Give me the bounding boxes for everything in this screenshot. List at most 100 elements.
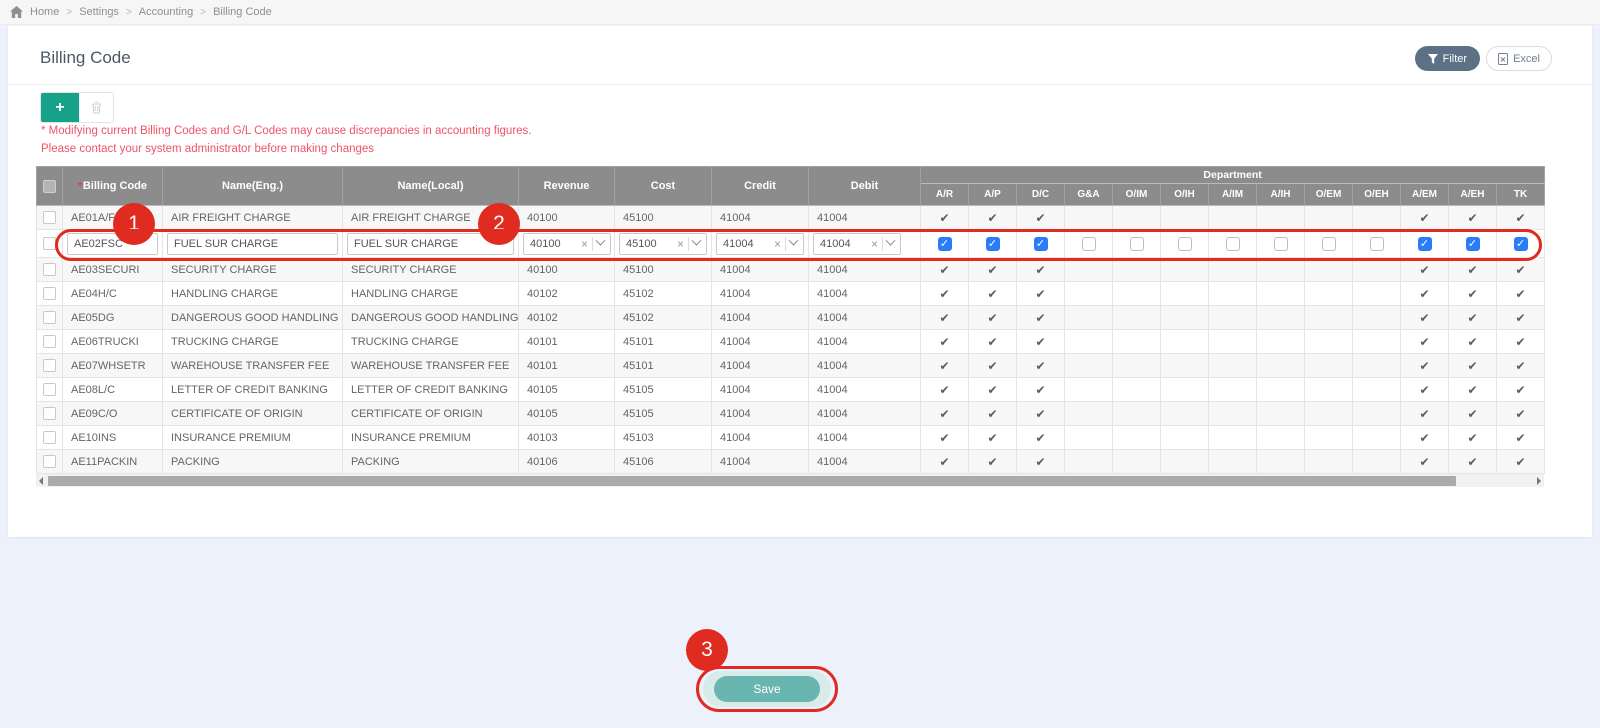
clear-icon[interactable]: ×: [674, 237, 687, 251]
row-select-checkbox[interactable]: [43, 287, 56, 300]
row-select-checkbox[interactable]: [43, 407, 56, 420]
cell: AIR FREIGHT CHARGE: [162, 205, 343, 230]
cell: AE06TRUCKI: [62, 329, 163, 354]
breadcrumb-accounting[interactable]: Accounting: [139, 6, 193, 18]
row-select-checkbox[interactable]: [43, 311, 56, 324]
department-checkbox[interactable]: [1129, 236, 1144, 251]
breadcrumb-settings[interactable]: Settings: [79, 6, 119, 18]
cost-combobox[interactable]: 45100 ×: [619, 232, 707, 255]
table-row: AE04H/C HANDLING CHARGE HANDLING CHARGE 401…: [36, 281, 1546, 306]
check-icon: ✔: [987, 262, 998, 277]
trash-icon: [92, 101, 101, 114]
cell: AE07WHSETR: [62, 353, 163, 378]
filter-button[interactable]: Filter: [1414, 46, 1481, 71]
department-checkbox[interactable]: ✓: [1465, 236, 1480, 251]
name-eng-input[interactable]: [167, 232, 338, 255]
select-all-checkbox[interactable]: [43, 179, 56, 193]
table-row: AE07WHSETR WAREHOUSE TRANSFER FEE WAREHOUS…: [36, 353, 1546, 378]
department-checkbox[interactable]: ✓: [985, 236, 1000, 251]
scroll-left-arrow-icon[interactable]: [39, 477, 43, 485]
top-actions: Filter Excel: [1414, 46, 1552, 71]
column-header-department-oeh: O/EH: [1352, 183, 1401, 206]
delete-row-button[interactable]: [79, 93, 113, 122]
check-icon: ✔: [987, 210, 998, 225]
row-select-checkbox[interactable]: [43, 359, 56, 372]
check-icon: ✔: [939, 262, 950, 277]
row-select-checkbox[interactable]: [43, 211, 56, 224]
check-icon: ✔: [987, 454, 998, 469]
billing-code-input[interactable]: [67, 232, 158, 255]
check-icon: ✔: [1515, 382, 1526, 397]
column-header-department-oim: O/IM: [1112, 183, 1161, 206]
save-button[interactable]: Save: [714, 676, 820, 702]
column-header-department-oem: O/EM: [1304, 183, 1353, 206]
column-header-name-eng: Name(Eng.): [162, 166, 343, 206]
debit-combobox[interactable]: 41004 ×: [813, 232, 901, 255]
check-icon: ✔: [1467, 210, 1478, 225]
check-icon: ✔: [1515, 406, 1526, 421]
cell: AIR FREIGHT CHARGE: [342, 205, 519, 230]
check-icon: ✔: [939, 406, 950, 421]
cell: HANDLING CHARGE: [162, 281, 343, 306]
cell: 41004: [711, 329, 809, 354]
department-checkbox[interactable]: [1177, 236, 1192, 251]
check-icon: ✔: [1035, 262, 1046, 277]
check-icon: ✔: [1419, 310, 1430, 325]
table-row: AE08L/C LETTER OF CREDIT BANKING LETTER OF…: [36, 377, 1546, 402]
department-checkbox[interactable]: [1081, 236, 1096, 251]
department-checkbox[interactable]: [1321, 236, 1336, 251]
table-row: AE10INS INSURANCE PREMIUM INSURANCE PREMIU…: [36, 425, 1546, 450]
check-icon: ✔: [1467, 430, 1478, 445]
name-local-input[interactable]: [347, 232, 514, 255]
check-icon: ✔: [987, 310, 998, 325]
department-checkbox[interactable]: [1369, 236, 1384, 251]
row-select-checkbox[interactable]: [43, 383, 56, 396]
row-select-checkbox[interactable]: [43, 455, 56, 468]
revenue-combobox[interactable]: 40100 ×: [523, 232, 611, 255]
cell: 41004: [808, 377, 921, 402]
check-icon: ✔: [1035, 406, 1046, 421]
row-select-checkbox[interactable]: [43, 237, 56, 250]
check-icon: ✔: [1515, 334, 1526, 349]
breadcrumb-billing-code[interactable]: Billing Code: [213, 6, 272, 18]
cell: 45102: [614, 305, 712, 330]
check-icon: ✔: [939, 286, 950, 301]
department-checkbox[interactable]: [1273, 236, 1288, 251]
add-row-button[interactable]: +: [41, 93, 79, 122]
row-select-checkbox[interactable]: [43, 431, 56, 444]
check-icon: ✔: [1035, 430, 1046, 445]
cell: 41004: [808, 329, 921, 354]
row-select-checkbox[interactable]: [43, 335, 56, 348]
department-checkbox[interactable]: ✓: [1417, 236, 1432, 251]
excel-button[interactable]: Excel: [1486, 46, 1552, 71]
column-header-credit: Credit: [711, 166, 809, 206]
scrollbar-thumb[interactable]: [48, 475, 1456, 486]
department-checkbox[interactable]: ✓: [937, 236, 952, 251]
cell: WAREHOUSE TRANSFER FEE: [342, 353, 519, 378]
cell: SECURITY CHARGE: [342, 257, 519, 282]
clear-icon[interactable]: ×: [771, 237, 784, 251]
clear-icon[interactable]: ×: [868, 237, 881, 251]
chevron-down-icon: [885, 235, 896, 246]
clear-icon[interactable]: ×: [578, 237, 591, 251]
credit-combobox[interactable]: 41004 ×: [716, 232, 804, 255]
check-icon: ✔: [987, 430, 998, 445]
check-icon: ✔: [1467, 454, 1478, 469]
department-checkbox[interactable]: ✓: [1033, 236, 1048, 251]
horizontal-scrollbar[interactable]: [36, 474, 1544, 487]
row-select-checkbox[interactable]: [43, 263, 56, 276]
cell: 40106: [518, 449, 615, 474]
check-icon: ✔: [987, 382, 998, 397]
column-header-department-ga: G&A: [1064, 183, 1113, 206]
cell: INSURANCE PREMIUM: [342, 425, 519, 450]
page-title: Billing Code: [40, 48, 131, 67]
scroll-right-arrow-icon[interactable]: [1537, 477, 1541, 485]
breadcrumb-home[interactable]: Home: [30, 6, 59, 18]
check-icon: ✔: [939, 430, 950, 445]
department-checkbox[interactable]: [1225, 236, 1240, 251]
breadcrumb-separator: >: [66, 6, 73, 18]
department-checkbox[interactable]: ✓: [1513, 236, 1528, 251]
table-row: AE11PACKIN PACKING PACKING 40106 45106 41004 4…: [36, 449, 1546, 474]
column-header-department-ap: A/P: [968, 183, 1017, 206]
department-group-header: Department: [919, 166, 1546, 184]
